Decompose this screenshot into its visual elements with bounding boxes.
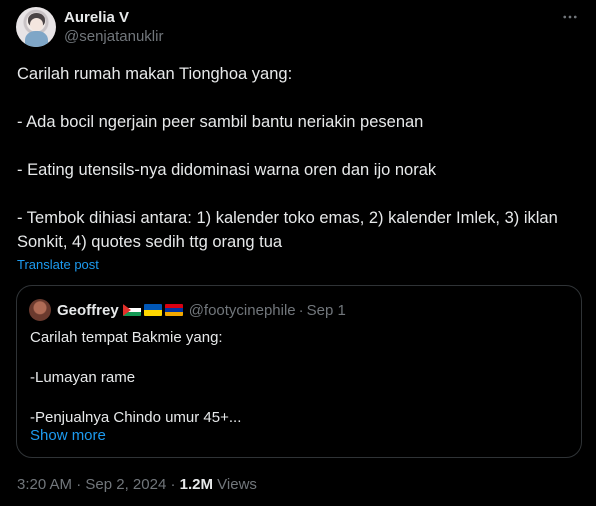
quoted-paragraph: Carilah tempat Bakmie yang:: [30, 329, 223, 346]
meta-separator: ·: [76, 476, 82, 493]
post-paragraph: - Eating utensils-nya didominasi warna o…: [17, 161, 437, 179]
show-more-link[interactable]: Show more: [30, 427, 106, 444]
quoted-paragraph: -Penjualnya Chindo umur 45+...: [30, 409, 242, 426]
quoted-post-header: Geoffrey @footycinephile · Sep 1: [29, 299, 346, 321]
quoted-post-text: Carilah tempat Bakmie yang: -Lumayan ram…: [30, 328, 570, 448]
post-text: Carilah rumah makan Tionghoa yang: - Ada…: [17, 62, 577, 278]
post-paragraph: Carilah rumah makan Tionghoa yang:: [17, 65, 293, 83]
translate-post-link[interactable]: Translate post: [17, 257, 99, 272]
post-time[interactable]: 3:20 AM: [17, 476, 72, 493]
quoted-separator: ·: [298, 301, 304, 319]
quoted-author-handle: @footycinephile: [188, 301, 296, 319]
author-display-name[interactable]: Aurelia V: [64, 9, 163, 27]
views-label: Views: [217, 476, 257, 493]
ukraine-flag-icon: [143, 304, 162, 316]
post-meta: 3:20 AM · Sep 2, 2024 · 1.2M Views: [17, 476, 257, 493]
armenia-flag-icon: [164, 304, 183, 316]
post-paragraph: - Tembok dihiasi antara: 1) kalender tok…: [17, 209, 558, 251]
post-paragraph: - Ada bocil ngerjain peer sambil bantu n…: [17, 113, 424, 131]
author-names: Aurelia V @senjatanuklir: [64, 9, 163, 47]
quoted-date: Sep 1: [306, 301, 346, 319]
author-avatar[interactable]: [16, 7, 56, 47]
tweet: Aurelia V @senjatanuklir Carilah rumah m…: [0, 0, 596, 506]
author-handle[interactable]: @senjatanuklir: [64, 27, 163, 47]
views-count[interactable]: 1.2M: [180, 476, 213, 493]
meta-separator: ·: [170, 476, 176, 493]
quoted-paragraph: -Lumayan rame: [30, 369, 136, 386]
more-horizontal-icon: [563, 15, 577, 19]
post-date[interactable]: Sep 2, 2024: [85, 476, 166, 493]
tweet-header: Aurelia V @senjatanuklir: [16, 7, 580, 49]
quoted-post[interactable]: Geoffrey @footycinephile · Sep 1 Carilah…: [16, 285, 582, 458]
palestine-flag-icon: [122, 304, 141, 316]
quoted-author-display-name: Geoffrey: [57, 301, 119, 319]
more-options-button[interactable]: [560, 7, 580, 27]
quoted-author-avatar: [29, 299, 51, 321]
